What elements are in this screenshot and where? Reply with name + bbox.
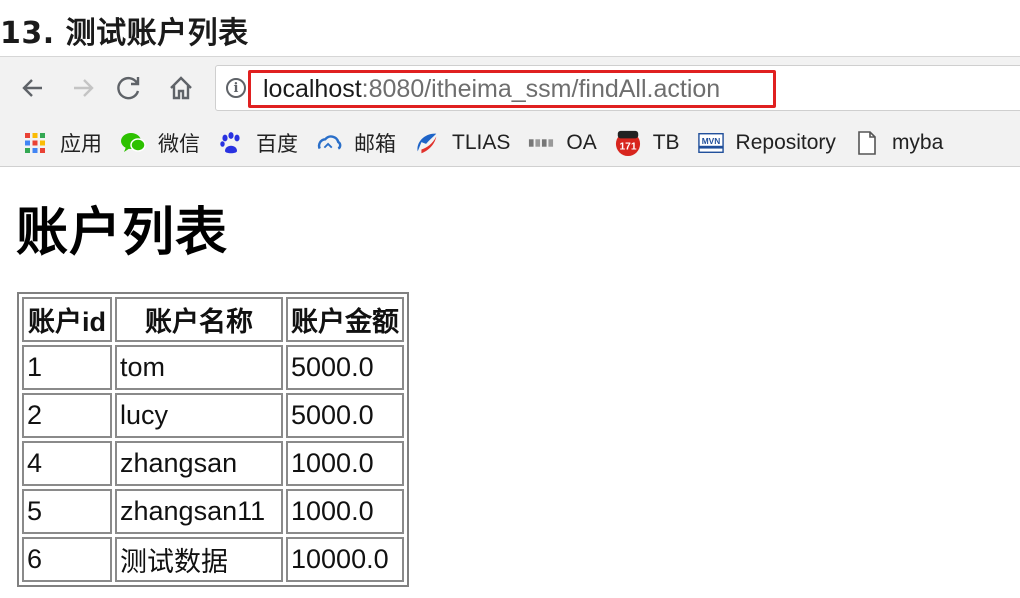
cell-money: 10000.0: [286, 537, 404, 582]
bookmark-wechat[interactable]: 微信: [102, 125, 200, 161]
tb-badge-icon: 171: [615, 130, 641, 156]
bookmark-label: 邮箱: [354, 132, 396, 156]
table-row: 4 zhangsan 1000.0: [22, 441, 404, 486]
bookmark-repository[interactable]: MVN Repository: [680, 125, 836, 161]
address-bar[interactable]: i localhost:8080/itheima_ssm/findAll.act…: [215, 65, 1020, 111]
cell-name: lucy: [115, 393, 283, 438]
bookmark-tlias[interactable]: TLIAS: [396, 125, 510, 161]
cell-name: tom: [115, 345, 283, 390]
forward-button[interactable]: [66, 71, 100, 105]
tb-badge-number: 171: [619, 141, 636, 152]
table-row: 5 zhangsan11 1000.0: [22, 489, 404, 534]
table-row: 6 测试数据 10000.0: [22, 537, 404, 582]
cell-id: 5: [22, 489, 112, 534]
bookmark-label: OA: [566, 130, 597, 154]
bookmarks-bar: 应用 微信 百度 邮箱 TLIAS OA 171 TB MVN Reposito…: [0, 119, 1020, 167]
header-account-name: 账户名称: [115, 297, 283, 342]
bookmark-mail[interactable]: 邮箱: [298, 125, 396, 161]
cell-id: 6: [22, 537, 112, 582]
url-path: :8080/itheima_ssm/findAll.action: [361, 75, 721, 103]
cell-money: 1000.0: [286, 489, 404, 534]
mvn-badge-text: MVN: [701, 135, 720, 145]
cell-name: zhangsan: [115, 441, 283, 486]
apps-grid-icon: [22, 130, 48, 156]
slide-title: 13. 测试账户列表: [0, 16, 249, 51]
bookmark-apps[interactable]: 应用: [0, 125, 102, 161]
bookmark-label: 百度: [256, 132, 298, 156]
bookmark-label: Repository: [735, 130, 836, 154]
cell-id: 1: [22, 345, 112, 390]
reload-icon: [117, 76, 140, 100]
cell-name: 测试数据: [115, 537, 283, 582]
cell-money: 5000.0: [286, 345, 404, 390]
bookmark-label: myba: [891, 130, 944, 154]
bookmark-label: TLIAS: [452, 130, 511, 154]
cell-name: zhangsan11: [115, 489, 283, 534]
bookmark-oa[interactable]: OA: [510, 125, 597, 161]
bookmark-myba[interactable]: myba: [836, 125, 943, 161]
bookmark-tb[interactable]: 171 TB: [597, 125, 680, 161]
forward-arrow-icon: [74, 79, 94, 97]
tlias-icon: [414, 130, 440, 156]
mail-cloud-icon: [316, 130, 342, 156]
page-icon: [854, 130, 880, 156]
cell-money: 5000.0: [286, 393, 404, 438]
accounts-table: 账户id 账户名称 账户金额 1 tom 5000.0 2 lucy 5000.…: [17, 292, 409, 587]
info-icon[interactable]: i: [226, 78, 246, 98]
header-account-id: 账户id: [22, 297, 112, 342]
page-content: 账户列表 账户id 账户名称 账户金额 1 tom 5000.0 2 lucy: [0, 168, 1020, 598]
page-heading: 账户列表: [16, 203, 229, 263]
bookmark-baidu[interactable]: 百度: [200, 125, 298, 161]
bookmark-label: 微信: [158, 132, 200, 156]
bookmark-label: 应用: [60, 132, 102, 156]
cell-id: 4: [22, 441, 112, 486]
mvn-icon: MVN: [697, 130, 724, 156]
browser-toolbar: i localhost:8080/itheima_ssm/findAll.act…: [0, 57, 1020, 119]
reload-button[interactable]: [112, 71, 146, 105]
cell-money: 1000.0: [286, 441, 404, 486]
cell-id: 2: [22, 393, 112, 438]
oa-icon: [528, 130, 554, 156]
table-row: 1 tom 5000.0: [22, 345, 404, 390]
url-text[interactable]: localhost:8080/itheima_ssm/findAll.actio…: [263, 74, 720, 104]
table-row: 2 lucy 5000.0: [22, 393, 404, 438]
url-host: localhost: [263, 75, 362, 103]
back-arrow-icon: [22, 79, 42, 97]
baidu-paw-icon: [218, 130, 244, 156]
table-header-row: 账户id 账户名称 账户金额: [22, 297, 404, 342]
header-account-money: 账户金额: [286, 297, 404, 342]
home-button[interactable]: [164, 71, 198, 105]
wechat-icon: [120, 130, 146, 156]
browser-window: i localhost:8080/itheima_ssm/findAll.act…: [0, 56, 1020, 598]
back-button[interactable]: [16, 71, 50, 105]
bookmark-label: TB: [652, 130, 680, 154]
home-icon: [170, 76, 192, 100]
